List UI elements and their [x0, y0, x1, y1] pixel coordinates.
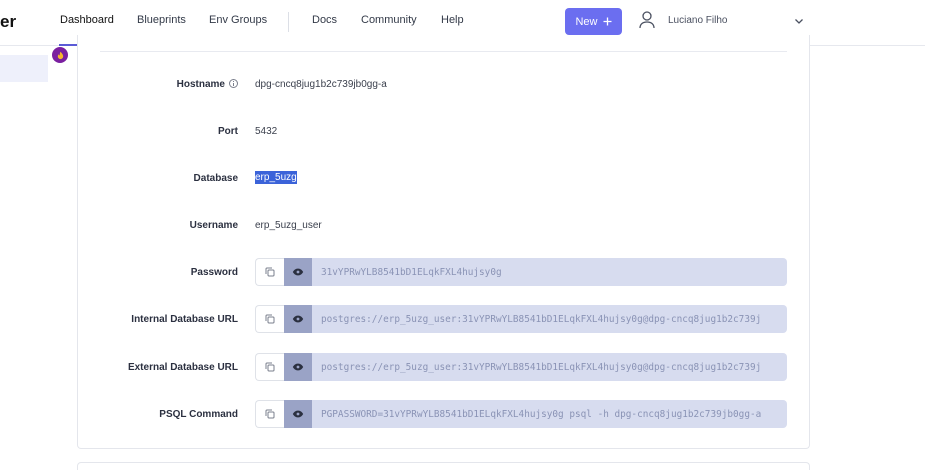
notification-badge[interactable]: [52, 47, 68, 63]
logo[interactable]: er: [0, 12, 16, 32]
port-value[interactable]: 5432: [255, 126, 277, 137]
info-icon[interactable]: [229, 79, 238, 88]
user-icon[interactable]: [639, 11, 655, 29]
eye-icon: [292, 363, 304, 371]
next-card: [77, 462, 810, 470]
copy-psql-button[interactable]: [255, 400, 284, 428]
reveal-external-url-button[interactable]: [284, 353, 312, 381]
eye-icon: [292, 268, 304, 276]
copy-internal-url-button[interactable]: [255, 305, 284, 333]
hostname-label-text: Hostname: [176, 79, 225, 90]
copy-icon: [265, 362, 275, 372]
reveal-password-button[interactable]: [284, 258, 312, 286]
nav-env-groups[interactable]: Env Groups: [209, 14, 267, 26]
nav-community[interactable]: Community: [361, 14, 417, 26]
new-button[interactable]: New: [565, 8, 622, 35]
psql-label: PSQL Command: [159, 409, 238, 420]
nav-docs[interactable]: Docs: [312, 14, 337, 26]
psql-field[interactable]: PGPASSWORD=31vYPRwYLB8541bD1ELqkFXL4hujs…: [312, 400, 787, 428]
nav-blueprints[interactable]: Blueprints: [137, 14, 186, 26]
eye-icon: [292, 410, 304, 418]
hostname-label: Hostname: [100, 79, 238, 90]
card-divider: [100, 51, 787, 52]
psql-row: PGPASSWORD=31vYPRwYLB8541bD1ELqkFXL4hujs…: [255, 400, 787, 428]
external-url-row: postgres://erp_5uzg_user:31vYPRwYLB8541b…: [255, 353, 787, 381]
database-label: Database: [193, 173, 238, 184]
user-name[interactable]: Luciano Filho: [668, 15, 727, 26]
copy-icon: [265, 267, 275, 277]
copy-password-button[interactable]: [255, 258, 284, 286]
port-label: Port: [218, 126, 238, 137]
nav-dashboard[interactable]: Dashboard: [60, 14, 114, 26]
database-selected-text[interactable]: erp_5uzg: [255, 171, 297, 184]
internal-url-field[interactable]: postgres://erp_5uzg_user:31vYPRwYLB8541b…: [312, 305, 787, 333]
internal-url-label: Internal Database URL: [131, 314, 238, 325]
nav-divider: [288, 12, 289, 32]
copy-external-url-button[interactable]: [255, 353, 284, 381]
external-url-label: External Database URL: [127, 362, 238, 373]
username-label: Username: [189, 220, 238, 231]
eye-icon: [292, 315, 304, 323]
reveal-internal-url-button[interactable]: [284, 305, 312, 333]
sidebar-active-item[interactable]: [0, 55, 48, 82]
database-value[interactable]: erp_5uzg: [255, 171, 297, 184]
copy-icon: [265, 409, 275, 419]
hostname-value[interactable]: dpg-cncq8jug1b2c739jb0gg-a: [255, 79, 387, 90]
reveal-psql-button[interactable]: [284, 400, 312, 428]
password-field[interactable]: 31vYPRwYLB8541bD1ELqkFXL4hujsy0g: [312, 258, 787, 286]
new-button-label: New: [575, 15, 598, 28]
password-row: 31vYPRwYLB8541bD1ELqkFXL4hujsy0g: [255, 258, 787, 286]
internal-url-row: postgres://erp_5uzg_user:31vYPRwYLB8541b…: [255, 305, 787, 333]
nav-help[interactable]: Help: [441, 14, 464, 26]
external-url-field[interactable]: postgres://erp_5uzg_user:31vYPRwYLB8541b…: [312, 353, 787, 381]
flame-icon: [57, 51, 63, 59]
plus-icon: [603, 17, 611, 26]
username-value[interactable]: erp_5uzg_user: [255, 220, 322, 231]
chevron-down-icon[interactable]: [793, 15, 805, 27]
connection-card: [77, 35, 810, 449]
copy-icon: [265, 314, 275, 324]
password-label: Password: [190, 267, 238, 278]
